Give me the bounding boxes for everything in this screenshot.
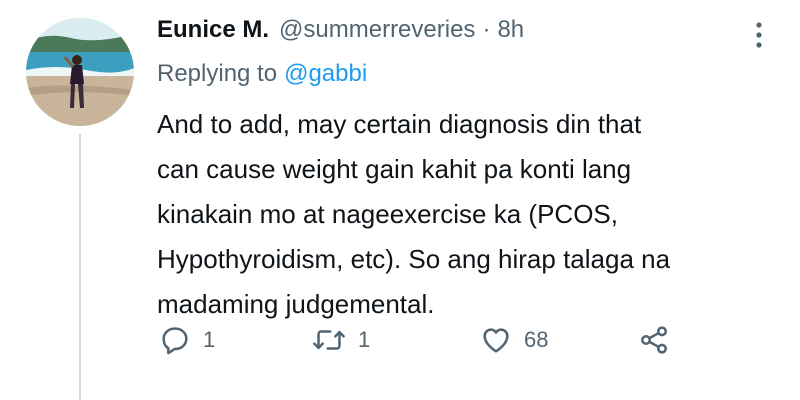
reply-button[interactable]: 1 (159, 320, 215, 360)
tweet-text-line: And to add, may certain diagnosis din th… (157, 109, 642, 139)
more-vertical-icon (756, 22, 762, 48)
tweet-header: Eunice M. @summerreveries · 8h (157, 16, 524, 48)
avatar-beach-photo (26, 18, 134, 126)
retweet-icon (312, 324, 346, 356)
separator-dot: · (482, 16, 491, 43)
replying-to-mention[interactable]: @gabbi (284, 60, 367, 87)
more-options-button[interactable] (742, 18, 776, 52)
tweet-text-line: can cause weight gain kahit pa konti lan… (157, 154, 632, 184)
author-handle[interactable]: @summerreveries (279, 16, 475, 44)
like-count: 68 (524, 327, 549, 352)
tweet-text-line: kinakain mo at nageexercise ka (PCOS, (157, 199, 618, 229)
reply-icon (159, 324, 191, 356)
heart-icon (480, 324, 512, 356)
like-button[interactable]: 68 (480, 320, 548, 360)
retweet-button[interactable]: 1 (312, 320, 370, 360)
replying-to-label: Replying to (157, 60, 278, 87)
tweet-actions: 1 1 68 (157, 320, 697, 360)
share-icon (638, 324, 670, 356)
tweet-timestamp[interactable]: 8h (497, 16, 524, 44)
thread-line (79, 134, 81, 400)
replying-to-line: Replying to @gabbi (157, 60, 367, 88)
reply-count: 1 (203, 327, 216, 352)
author-name[interactable]: Eunice M. (157, 16, 269, 44)
tweet-text-line: Hypothyroidism, etc). So ang hirap talag… (157, 244, 671, 274)
avatar[interactable] (26, 18, 134, 126)
tweet-text: And to add, may certain diagnosis din th… (157, 102, 757, 327)
retweet-count: 1 (358, 327, 371, 352)
share-button[interactable] (638, 320, 670, 360)
